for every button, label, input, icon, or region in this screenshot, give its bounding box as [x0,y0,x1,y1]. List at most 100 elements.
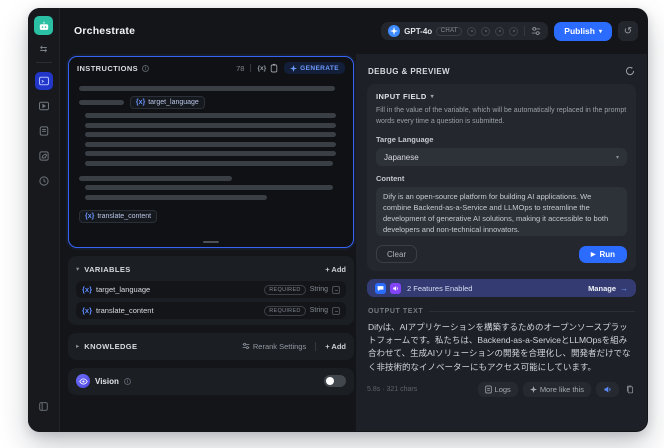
rerank-settings-button[interactable]: Rerank Settings [242,342,306,351]
copy-prompt-icon[interactable] [270,63,278,73]
publish-button[interactable]: Publish ▾ [554,21,612,41]
sidebar-item-logs[interactable] [35,122,53,140]
output-divider [429,311,635,312]
preview-icon [38,101,49,111]
output-header: OUTPUT TEXT [368,308,635,315]
variable-prefix: {x} [82,285,93,294]
sidebar-item-orchestrate[interactable] [34,72,53,90]
toggle-knob [326,377,334,385]
sidebar-divider [35,62,52,63]
orchestrate-column: INSTRUCTIONS i 78 {x} GENERATE {x} targe… [68,56,361,432]
monitoring-icon [38,176,49,186]
output-footer: 5.8s · 321 chars Logs More like this [367,381,636,397]
prompt-line [79,141,343,147]
vision-icon [76,374,90,388]
clear-button[interactable]: Clear [376,245,418,263]
add-variable-button[interactable]: + Add [325,265,346,274]
switch-app-icon[interactable]: ⇆ [40,44,48,54]
sparkle-icon [290,64,298,72]
redacted-text-bar [85,122,336,128]
manage-features-link[interactable]: Manage [588,284,616,293]
orchestrate-icon [38,76,49,86]
chevron-right-icon[interactable]: ▸ [76,342,79,350]
app-logo[interactable] [34,16,53,35]
speaker-button[interactable] [596,381,619,397]
generate-button[interactable]: GENERATE [284,62,345,74]
prompt-line [79,113,343,118]
resize-handle[interactable] [203,240,219,243]
knowledge-section: ▸ KNOWLEDGE Rerank Settings + Add [68,333,354,360]
toolbar-divider [250,64,252,72]
instructions-header: INSTRUCTIONS i 78 {x} GENERATE [69,57,353,79]
redacted-text-bar [85,113,336,118]
redacted-text-bar [79,99,124,105]
variable-chip[interactable]: {x} translate_content [79,209,158,223]
output-text: Difyは、AIアプリケーションを構築するためのオープンソースプラットフォームで… [368,322,631,372]
sidebar-item-annotation[interactable] [35,147,53,165]
redacted-text-bar [85,160,334,166]
input-field-description: Fill in the value of the variable, which… [376,107,627,125]
form-actions: Clear ▶ Run [376,245,627,263]
input-field-header[interactable]: INPUT FIELD ▾ [376,92,627,101]
add-knowledge-button[interactable]: + Add [325,342,346,351]
model-selector[interactable]: GPT-4o CHAT [381,22,549,40]
insert-variable-icon[interactable]: {x} [257,65,266,72]
page-title: Orchestrate [74,25,136,37]
required-badge: REQUIRED [264,305,306,316]
model-params-icon[interactable] [531,26,541,36]
vision-toggle[interactable] [324,375,346,387]
sidebar-item-monitoring[interactable] [35,172,53,190]
prompt-line [79,185,343,190]
prompt-line [79,151,343,156]
chat-mode-badge: CHAT [436,26,463,36]
prompt-line [79,122,343,128]
input-field-title: INPUT FIELD [376,92,427,101]
robot-icon [39,21,48,30]
prompt-editor[interactable]: {x} target_language {x} translate_content [69,79,353,223]
chevron-down-icon: ▾ [598,28,602,35]
eye-icon [78,377,88,385]
panel-toggle-icon [39,401,48,411]
content-textarea[interactable]: Dify is an open-source platform for buil… [376,187,627,236]
collapse-sidebar-icon[interactable] [35,397,53,415]
log-icon [484,385,492,394]
sparkle-icon [529,385,537,393]
logs-button[interactable]: Logs [477,381,518,397]
prompt-line: {x} target_language [79,95,343,109]
sidebar-item-preview[interactable] [35,97,53,115]
target-language-label: Targe Language [376,135,434,144]
variable-name: target_language [148,98,199,106]
content-label: Content [376,174,405,183]
required-badge: REQUIRED [264,284,306,295]
output-stats: 5.8s · 321 chars [367,385,418,393]
variables-section: ▾ VARIABLES + Add {x} target_language RE… [68,256,354,325]
variable-row[interactable]: {x} translate_content REQUIRED String [76,302,346,319]
features-bar[interactable]: 2 Features Enabled Manage → [367,279,636,297]
refresh-icon[interactable] [625,66,635,76]
vision-section: Vision i [68,368,354,395]
chevron-down-icon[interactable]: ▾ [76,265,79,273]
chevron-down-icon: ▾ [615,154,619,161]
logs-nav-icon [39,126,48,136]
speaker-icon [604,386,611,393]
variable-row[interactable]: {x} target_language REQUIRED String [76,281,346,298]
run-button[interactable]: ▶ Run [578,245,627,263]
redacted-text-bar [85,185,334,190]
copy-icon [626,385,634,393]
info-icon: i [123,377,131,385]
model-capability-icon [495,26,505,36]
version-history-button[interactable]: ↺ [618,21,638,41]
more-like-this-button[interactable]: More like this [522,381,591,397]
play-icon: ▶ [590,251,596,258]
copy-output-button[interactable] [624,382,636,397]
variable-name: translate_content [96,306,154,315]
target-language-select[interactable]: Japanese ▾ [376,148,627,166]
pill-divider [524,26,526,36]
arrow-right-icon: → [620,283,628,293]
top-bar: Orchestrate GPT-4o CHAT Publish ▾ ↺ [60,8,648,54]
variable-chip[interactable]: {x} target_language [129,95,205,109]
instructions-panel: INSTRUCTIONS i 78 {x} GENERATE {x} targe… [68,56,354,248]
debug-preview-panel: DEBUG & PREVIEW INPUT FIELD ▾ Fill in th… [356,54,647,431]
input-field-card: INPUT FIELD ▾ Fill in the value of the v… [367,84,636,271]
prompt-line [79,86,343,91]
